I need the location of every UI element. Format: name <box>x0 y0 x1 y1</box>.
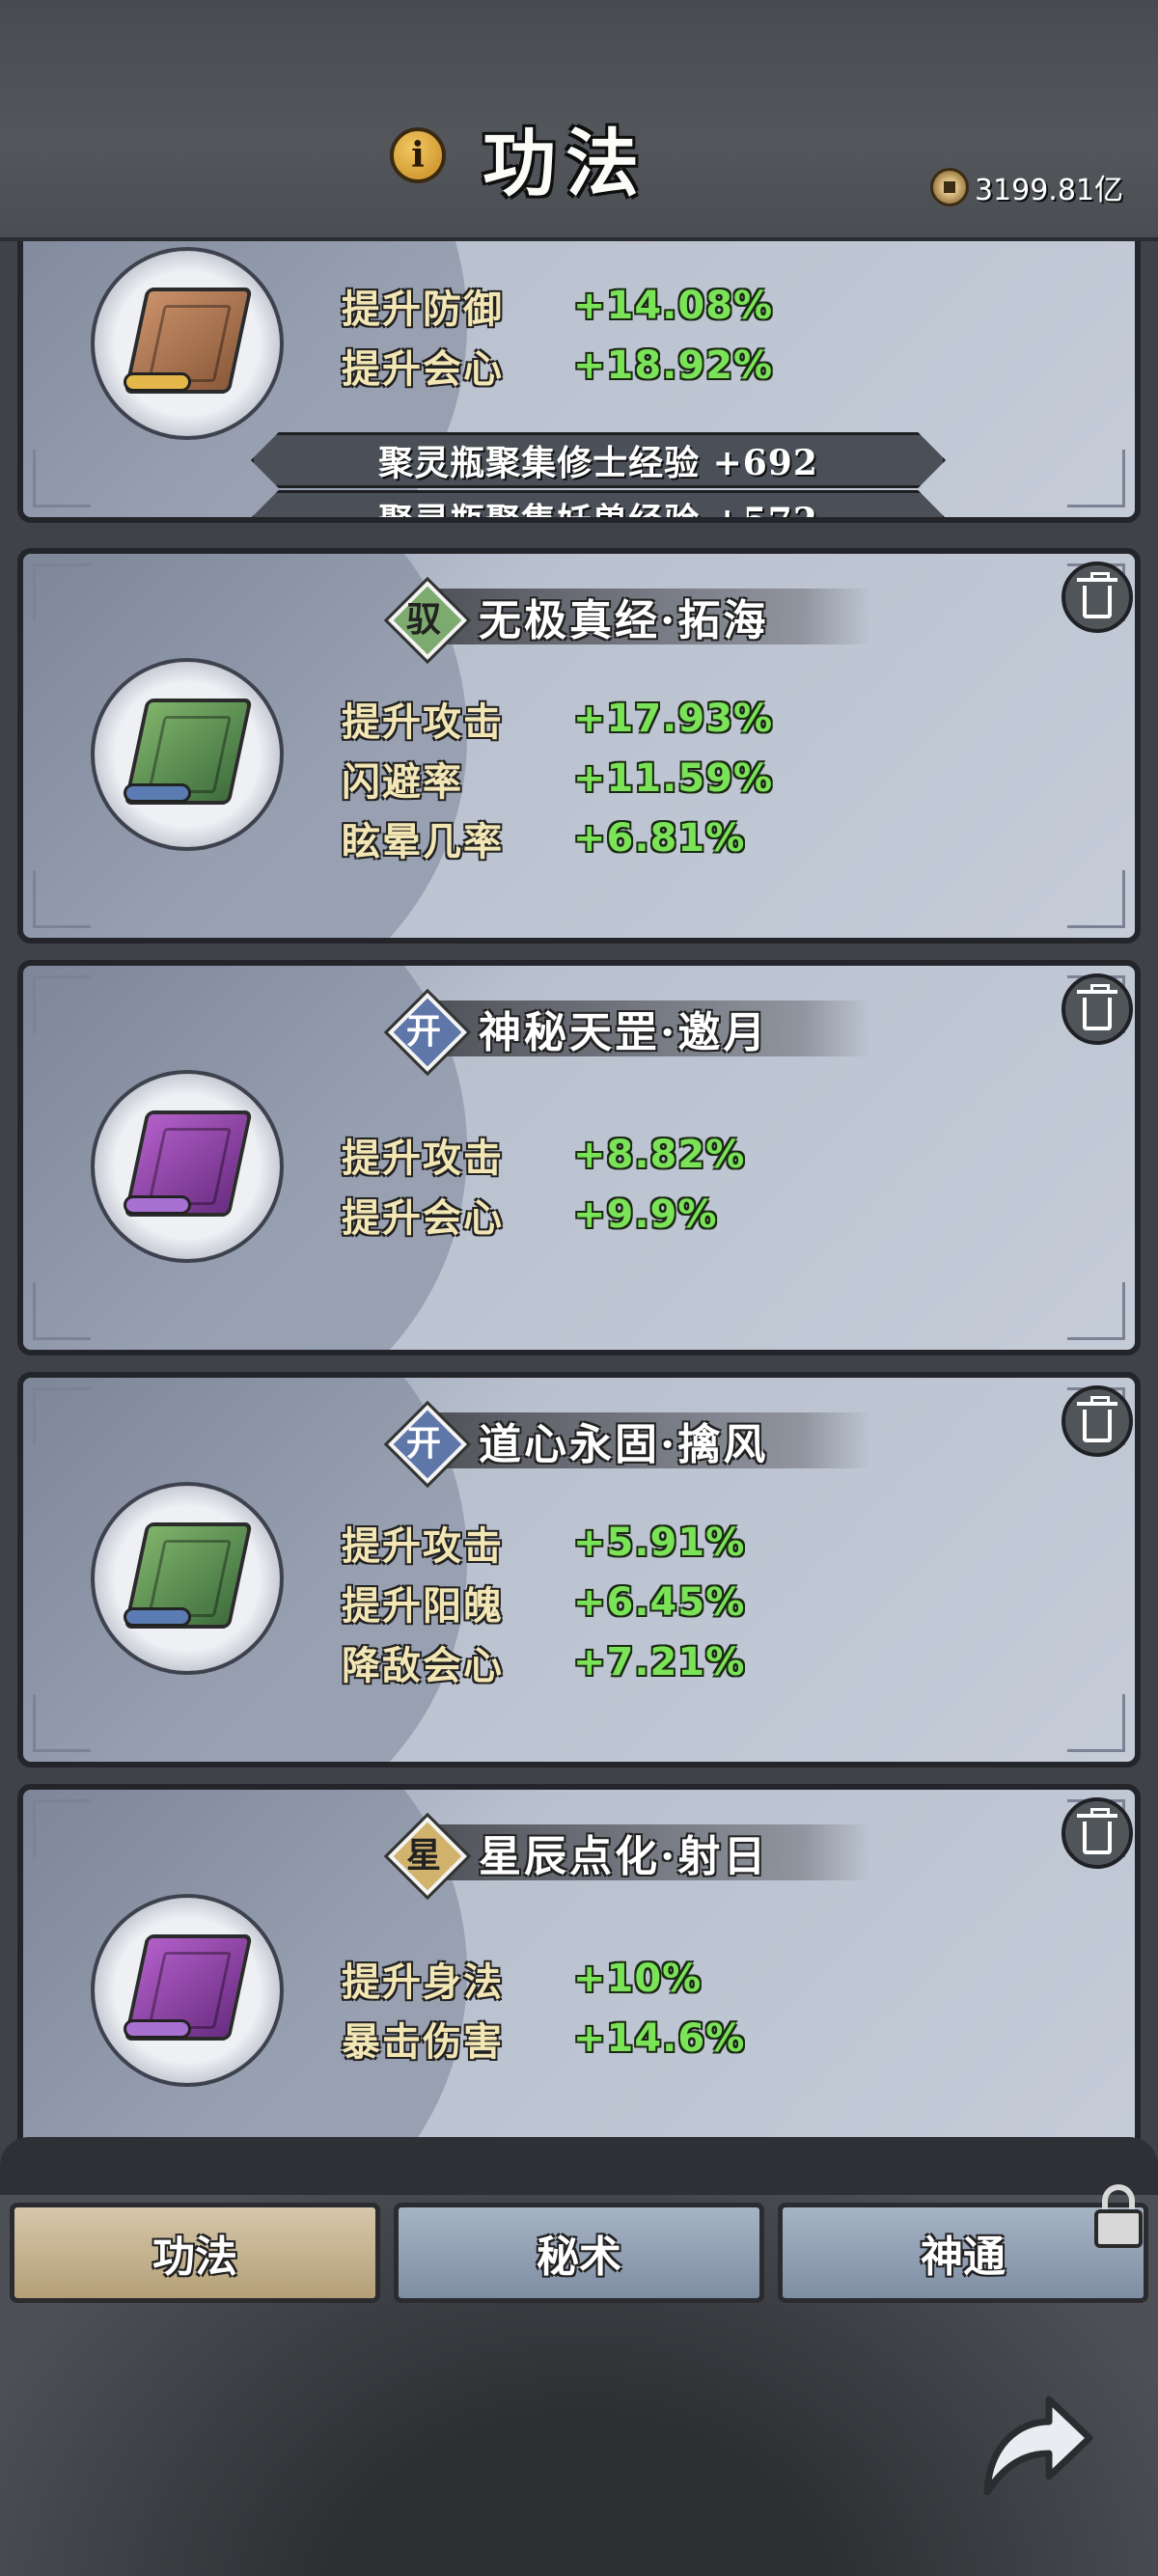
exp-text: 聚灵瓶聚集妖兽经验 +572 <box>378 501 818 523</box>
skill-stats: 提升攻击 +8.82% 提升会心 +9.9% <box>342 1125 745 1245</box>
skill-title: 星 星辰点化·射日 <box>388 1817 870 1888</box>
skill-title: 开 道心永固·擒风 <box>388 1405 870 1476</box>
stat-label: 暴击伤害 <box>342 2019 504 2065</box>
stat-row: 眩晕几率 +6.81% <box>342 808 773 868</box>
skill-title: 开 神秘天罡·邀月 <box>388 993 870 1064</box>
coin-icon <box>929 168 969 206</box>
stat-label: 提升攻击 <box>342 1523 504 1569</box>
skill-stats: 提升身法 +10% 暴击伤害 +14.6% <box>342 1949 745 2069</box>
stat-label: 眩晕几率 <box>342 819 504 864</box>
stat-label: 降敌会心 <box>342 1643 504 1688</box>
exp-banner: 聚灵瓶聚集妖兽经验 +572 <box>251 490 946 523</box>
stat-label: 提升阳魄 <box>342 1583 504 1629</box>
skill-name: 道心永固·擒风 <box>479 1420 769 1469</box>
stat-row: 提升会心 +9.9% <box>342 1185 745 1245</box>
stat-value: +6.45% <box>573 1580 746 1625</box>
skill-name: 星辰点化·射日 <box>479 1832 769 1881</box>
skill-book-icon <box>91 247 284 440</box>
stat-label: 提升会心 <box>342 346 504 392</box>
delete-button[interactable] <box>1062 1385 1133 1457</box>
stat-value: +8.82% <box>573 1133 746 1177</box>
delete-button[interactable] <box>1062 973 1133 1045</box>
rank-badge: 开 <box>388 1405 459 1476</box>
currency-amount: 3199.81亿 <box>974 174 1123 207</box>
rank-badge: 开 <box>388 993 459 1064</box>
skill-card: 提升防御 +14.08% 提升会心 +18.92% 聚灵瓶聚集修士经验 +692… <box>17 241 1141 523</box>
page-title: 功法 <box>482 121 648 206</box>
stat-row: 提升阳魄 +6.45% <box>342 1573 745 1632</box>
stat-value: +18.92% <box>573 343 774 388</box>
stat-value: +7.21% <box>573 1640 746 1685</box>
trash-icon <box>1077 572 1117 618</box>
tab-mishu[interactable]: 秘术 <box>394 2203 764 2303</box>
exp-banner: 聚灵瓶聚集修士经验 +692 <box>251 432 946 488</box>
skill-card: 星 星辰点化·射日 提升身法 +10% 暴击伤害 +14.6% <box>17 1784 1141 2171</box>
stat-row: 提升会心 +18.92% <box>342 336 773 396</box>
currency-display: 3199.81亿 <box>929 166 1123 208</box>
stat-label: 提升攻击 <box>342 1136 504 1181</box>
stat-row: 提升攻击 +8.82% <box>342 1125 745 1185</box>
stat-row: 闪避率 +11.59% <box>342 749 773 808</box>
stat-label: 提升攻击 <box>342 699 504 745</box>
skill-list[interactable]: 提升防御 +14.08% 提升会心 +18.92% 聚灵瓶聚集修士经验 +692… <box>0 241 1158 2171</box>
skill-title: 驭 无极真经·拓海 <box>388 581 870 652</box>
skill-name: 无极真经·拓海 <box>479 596 769 645</box>
skill-stats: 提升防御 +14.08% 提升会心 +18.92% <box>342 276 773 396</box>
rank-char: 驭 <box>405 599 441 640</box>
stat-value: +5.91% <box>573 1521 746 1565</box>
skill-stats: 提升攻击 +17.93% 闪避率 +11.59% 眩晕几率 +6.81% <box>342 689 773 868</box>
exp-text: 聚灵瓶聚集修士经验 +692 <box>378 443 818 483</box>
tab-gongfa[interactable]: 功法 <box>10 2203 380 2303</box>
stat-label: 提升身法 <box>342 1959 504 2005</box>
delete-button[interactable] <box>1062 562 1133 633</box>
info-icon[interactable]: i <box>390 127 446 183</box>
rank-badge: 驭 <box>388 581 459 652</box>
rank-char: 开 <box>405 1423 441 1464</box>
stat-value: +6.81% <box>573 816 746 861</box>
trash-icon <box>1077 984 1117 1030</box>
skill-book-icon <box>91 1894 284 2087</box>
header: i 功法 3199.81亿 <box>0 0 1158 241</box>
skill-card: 开 神秘天罡·邀月 提升攻击 +8.82% 提升会心 +9.9% <box>17 960 1141 1356</box>
skill-book-icon <box>91 1070 284 1263</box>
tab-bar: 功法 秘术 神通 <box>10 2203 1148 2309</box>
stat-row: 提升攻击 +5.91% <box>342 1513 745 1573</box>
skill-name: 神秘天罡·邀月 <box>479 1008 769 1057</box>
delete-button[interactable] <box>1062 1797 1133 1869</box>
rank-badge: 星 <box>388 1817 459 1888</box>
cloud-border <box>0 2137 1158 2195</box>
trash-icon <box>1077 1396 1117 1442</box>
share-arrow-icon <box>983 2396 1093 2496</box>
stat-label: 提升防御 <box>342 287 504 332</box>
stat-value: +11.59% <box>573 756 774 801</box>
stat-value: +14.6% <box>573 2016 746 2061</box>
rank-char: 开 <box>405 1011 441 1052</box>
stat-row: 降敌会心 +7.21% <box>342 1632 745 1692</box>
share-button[interactable] <box>970 2378 1095 2504</box>
rank-char: 星 <box>405 1835 441 1876</box>
skill-card: 开 道心永固·擒风 提升攻击 +5.91% 提升阳魄 +6.45% 降敌会心 +… <box>17 1372 1141 1768</box>
trash-icon <box>1077 1808 1117 1854</box>
stat-row: 暴击伤害 +14.6% <box>342 2009 745 2069</box>
skill-book-icon <box>91 658 284 851</box>
skill-book-icon <box>91 1482 284 1675</box>
stat-value: +17.93% <box>573 697 774 741</box>
stat-label: 闪避率 <box>342 759 463 805</box>
skill-card: 驭 无极真经·拓海 提升攻击 +17.93% 闪避率 +11.59% 眩晕几率 … <box>17 548 1141 944</box>
stat-value: +10% <box>573 1957 703 2001</box>
stat-label: 提升会心 <box>342 1195 504 1241</box>
lock-icon <box>1089 2182 1148 2250</box>
stat-row: 提升防御 +14.08% <box>342 276 773 336</box>
stat-row: 提升攻击 +17.93% <box>342 689 773 749</box>
stat-row: 提升身法 +10% <box>342 1949 745 2009</box>
stat-value: +9.9% <box>573 1192 718 1237</box>
skill-stats: 提升攻击 +5.91% 提升阳魄 +6.45% 降敌会心 +7.21% <box>342 1513 745 1692</box>
stat-value: +14.08% <box>573 284 774 328</box>
